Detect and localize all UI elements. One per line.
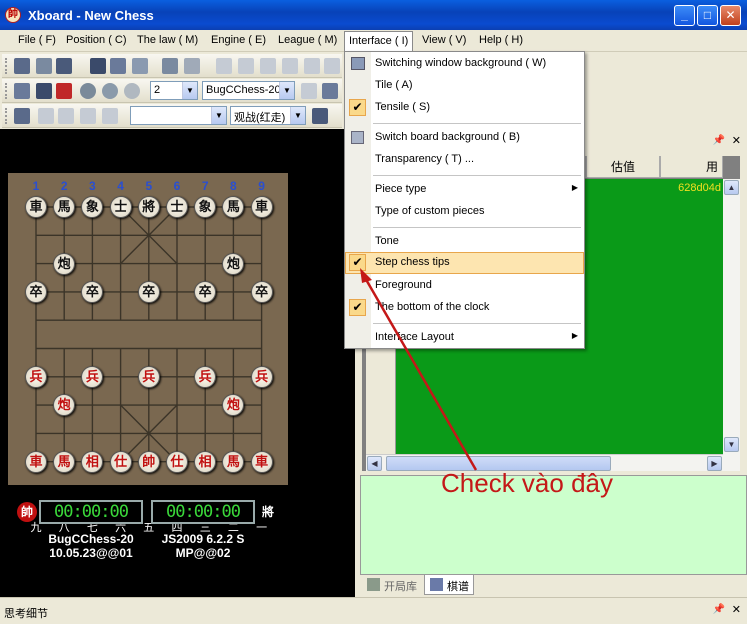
annotation-text: Check vào đây <box>441 468 613 498</box>
annotation-arrow <box>360 268 478 471</box>
